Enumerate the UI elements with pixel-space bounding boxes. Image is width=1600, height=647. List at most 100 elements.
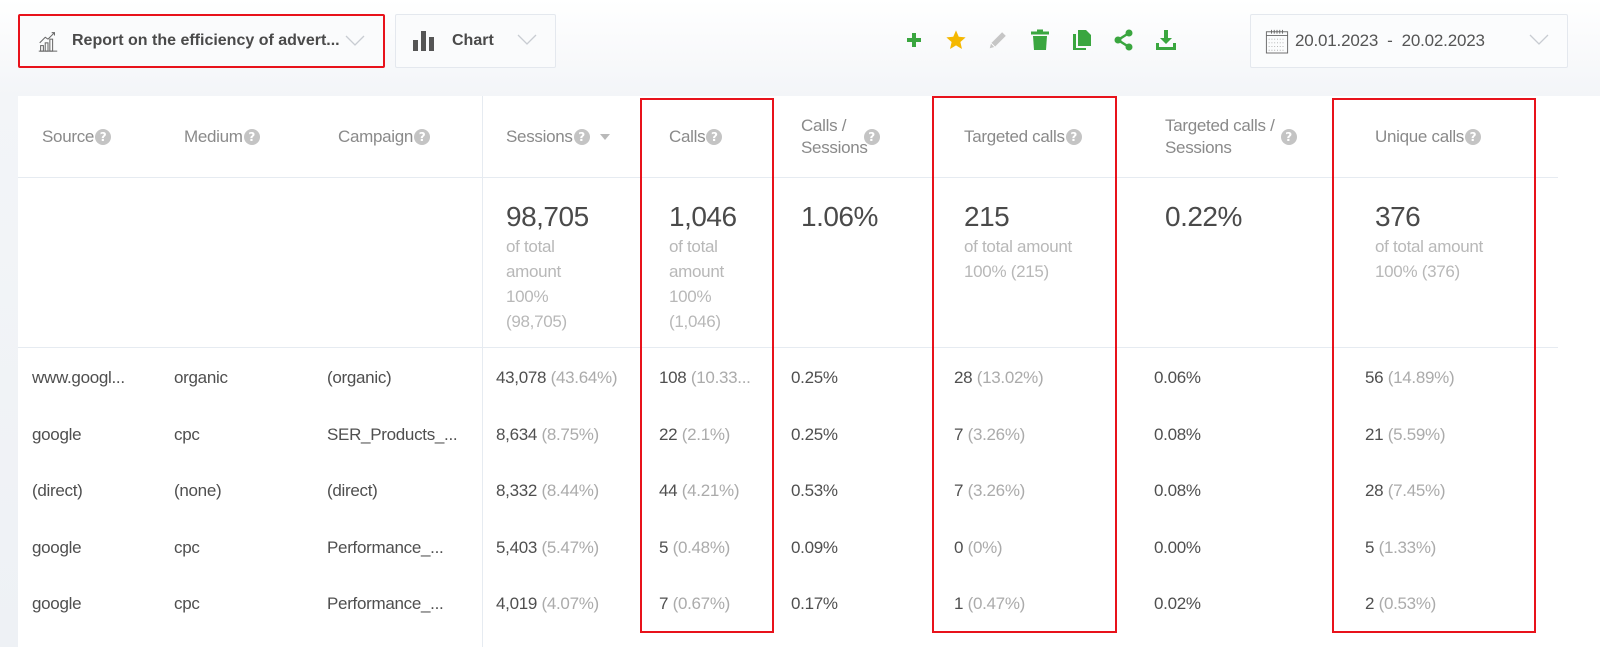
- delete-button[interactable]: [1019, 26, 1061, 54]
- cell-calls-sessions: 0.17%: [791, 594, 838, 613]
- cell-value: (7.45%): [1387, 481, 1446, 500]
- cell-calls-sessions: 0.25%: [791, 368, 838, 387]
- table-row[interactable]: (direct) (none) (direct) 8,332 (8.44%) 4…: [18, 462, 1558, 519]
- cell-value: 28: [1365, 481, 1384, 500]
- cell-value: (4.21%): [681, 481, 740, 500]
- cell-medium: (none): [174, 481, 222, 500]
- help-icon[interactable]: ?: [1465, 129, 1482, 145]
- cell-source: www.googl...: [32, 368, 125, 387]
- cell-calls: 7 (0.67%): [659, 575, 730, 632]
- totals-row: 98,705 of total amount 100% (98,705) 1,0…: [18, 178, 1558, 348]
- help-icon[interactable]: ?: [1280, 129, 1297, 145]
- cell-unique-calls: 28 (7.45%): [1365, 462, 1445, 519]
- chart-growth-icon: [36, 29, 60, 53]
- cell-value: 2: [1365, 594, 1375, 613]
- cell-value: (3.26%): [967, 424, 1026, 444]
- cell-value: 22: [659, 424, 678, 444]
- sort-desc-icon[interactable]: [599, 134, 610, 140]
- cell-value: 56: [1365, 368, 1384, 387]
- cell-sessions: 43,078 (43.64%): [496, 349, 618, 406]
- cell-value: (10.33...: [690, 368, 751, 387]
- column-header-sessions[interactable]: Sessions?: [506, 96, 610, 178]
- cell-unique-calls: 21 (5.59%): [1365, 406, 1445, 463]
- cell-campaign: Performance_...: [327, 594, 444, 613]
- cell-medium: organic: [174, 368, 228, 387]
- cell-value: 44: [659, 481, 678, 500]
- cell-value: (43.64%): [550, 368, 618, 387]
- total-targeted-calls: 215 of total amount 100% (215): [964, 201, 1072, 281]
- share-button[interactable]: [1103, 26, 1145, 54]
- cell-unique-calls: 56 (14.89%): [1365, 349, 1455, 406]
- cell-calls-sessions: 0.25%: [791, 424, 838, 444]
- cell-calls: 5 (0.48%): [659, 519, 730, 576]
- favorite-button[interactable]: [935, 26, 977, 54]
- table-row[interactable]: google cpc Performance_... 5,403 (5.47%)…: [18, 519, 1558, 576]
- cell-value: 4,019: [496, 594, 538, 613]
- download-button[interactable]: [1145, 26, 1187, 54]
- help-icon[interactable]: ?: [706, 129, 723, 145]
- cell-value: (0.53%): [1378, 594, 1437, 613]
- cell-value: 21: [1365, 424, 1384, 444]
- view-select[interactable]: Chart: [395, 14, 556, 68]
- action-toolbar: [893, 26, 1187, 54]
- column-header-unique-calls[interactable]: Unique calls?: [1375, 96, 1482, 178]
- column-header-source[interactable]: Source?: [42, 96, 112, 178]
- share-icon: [1114, 29, 1133, 51]
- cell-value: (1.33%): [1378, 537, 1437, 557]
- cell-value: (5.47%): [541, 537, 599, 557]
- cell-value: 43,078: [496, 368, 547, 387]
- help-icon[interactable]: ?: [1065, 129, 1082, 145]
- column-header-calls[interactable]: Calls?: [669, 96, 723, 178]
- help-icon[interactable]: ?: [95, 129, 112, 145]
- report-select-label: Report on the efficiency of advert...: [72, 32, 340, 49]
- chevron-down-icon: [345, 35, 365, 46]
- table-row[interactable]: google cpc SER_Products_... 8,634 (8.75%…: [18, 406, 1558, 463]
- copy-icon: [1073, 30, 1091, 50]
- table-header: Source? Medium? Campaign? Sessions? Call…: [18, 96, 1558, 178]
- table-row[interactable]: www.googl... organic (organic) 43,078 (4…: [18, 349, 1558, 406]
- cell-value: (2.1%): [681, 424, 731, 444]
- cell-value: (0.47%): [967, 594, 1026, 613]
- total-calls-sessions: 1.06%: [801, 201, 878, 232]
- column-header-targeted-calls[interactable]: Targeted calls?: [964, 96, 1082, 178]
- star-icon: [946, 30, 966, 49]
- cell-campaign: (direct): [327, 481, 378, 500]
- help-icon[interactable]: ?: [863, 129, 880, 145]
- cell-sessions: 8,332 (8.44%): [496, 462, 599, 519]
- cell-unique-calls: 2 (0.53%): [1365, 575, 1436, 632]
- cell-calls: 22 (2.1%): [659, 406, 730, 463]
- cell-campaign: Performance_...: [327, 537, 444, 557]
- cell-targeted-calls: 7 (3.26%): [954, 406, 1025, 463]
- column-header-medium[interactable]: Medium?: [184, 96, 260, 178]
- total-unique-calls: 376 of total amount 100% (376): [1375, 201, 1483, 281]
- column-header-targeted-calls-sessions[interactable]: Targeted calls / Sessions?: [1165, 96, 1297, 178]
- edit-button[interactable]: [977, 26, 1019, 54]
- bar-chart-icon: [412, 29, 436, 53]
- cell-value: 7: [954, 481, 964, 500]
- date-range-picker[interactable]: 20.01.2023 - 20.02.2023: [1250, 14, 1568, 68]
- cell-value: 5: [659, 537, 669, 557]
- cell-targeted-calls-sessions: 0.08%: [1154, 481, 1201, 500]
- cell-value: 8,332: [496, 481, 538, 500]
- add-button[interactable]: [893, 26, 935, 54]
- cell-targeted-calls: 0 (0%): [954, 519, 1003, 576]
- cell-value: (13.02%): [976, 368, 1044, 387]
- chevron-down-icon: [1529, 34, 1549, 45]
- pencil-icon: [989, 32, 1006, 49]
- cell-targeted-calls-sessions: 0.00%: [1154, 537, 1201, 557]
- help-icon[interactable]: ?: [573, 129, 590, 145]
- cell-medium: cpc: [174, 537, 200, 557]
- table-row[interactable]: google cpc Performance_... 4,019 (4.07%)…: [18, 575, 1558, 632]
- cell-targeted-calls-sessions: 0.02%: [1154, 594, 1201, 613]
- cell-source: (direct): [32, 481, 83, 500]
- cell-sessions: 5,403 (5.47%): [496, 519, 599, 576]
- cell-value: 108: [659, 368, 687, 387]
- column-header-campaign[interactable]: Campaign?: [338, 96, 431, 178]
- cell-targeted-calls: 28 (13.02%): [954, 349, 1044, 406]
- help-icon[interactable]: ?: [414, 129, 431, 145]
- report-select[interactable]: Report on the efficiency of advert...: [18, 14, 385, 68]
- column-header-calls-sessions[interactable]: Calls / Sessions?: [801, 96, 880, 178]
- copy-button[interactable]: [1061, 26, 1103, 54]
- help-icon[interactable]: ?: [243, 129, 260, 145]
- cell-value: 5: [1365, 537, 1375, 557]
